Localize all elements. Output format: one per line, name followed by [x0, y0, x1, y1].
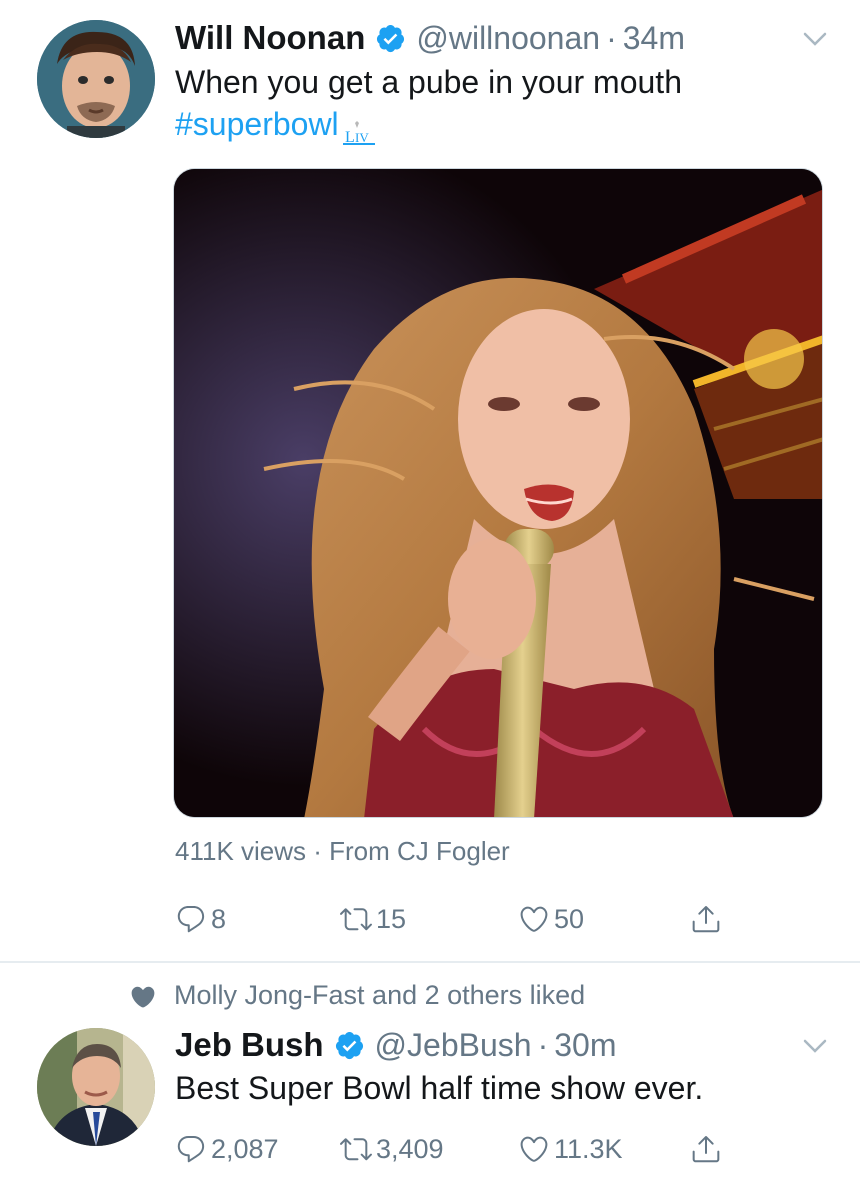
reply-count: 8 [211, 903, 227, 934]
retweet-count: 15 [376, 903, 407, 934]
verified-icon [334, 1030, 365, 1061]
user-handle[interactable]: @willnoonan [416, 20, 600, 57]
tweet-actions: 2,087 3,409 11.3K [175, 1127, 735, 1171]
svg-text:IV: IV [355, 130, 369, 145]
display-name[interactable]: Jeb Bush [175, 1026, 324, 1064]
like-button[interactable]: 50 [518, 897, 584, 941]
timestamp[interactable]: 30m [554, 1027, 616, 1064]
tweet-header: Jeb Bush @JebBush · 30m [175, 1023, 616, 1067]
timestamp[interactable]: 34m [623, 20, 685, 57]
chevron-down-icon[interactable] [800, 24, 830, 54]
reply-icon [177, 1135, 205, 1163]
reply-button[interactable]: 8 [175, 897, 226, 941]
hashtag-text[interactable]: #superbowl [175, 106, 339, 142]
reply-button[interactable]: 2,087 [175, 1127, 279, 1171]
retweet-icon [340, 908, 372, 931]
hashtag-link[interactable]: #superbowl L IV [175, 103, 377, 146]
avatar-jeb-bush[interactable] [37, 1028, 155, 1146]
media-caption[interactable]: 411K views · From CJ Fogler [175, 836, 510, 867]
like-count: 11.3K [554, 1133, 623, 1164]
tweet-text: Best Super Bowl half time show ever. [175, 1070, 704, 1106]
retweet-count: 3,409 [376, 1133, 444, 1164]
tweet-will-noonan[interactable]: Will Noonan @willnoonan · 34m When you g… [0, 0, 860, 962]
like-icon [520, 1136, 548, 1162]
share-icon [692, 906, 720, 933]
display-name[interactable]: Will Noonan [175, 19, 365, 57]
superbowl-liv-hashflag-icon: L IV [341, 114, 377, 146]
separator-dot: · [606, 19, 617, 56]
share-button[interactable] [690, 897, 726, 941]
avatar-will-noonan[interactable] [37, 20, 155, 138]
retweet-icon [340, 1138, 372, 1161]
user-handle[interactable]: @JebBush [375, 1027, 532, 1064]
share-icon [692, 1136, 720, 1163]
video-thumbnail[interactable] [173, 168, 823, 818]
reply-icon [177, 905, 205, 933]
separator-dot: · [537, 1026, 549, 1063]
tweet-text: When you get a pube in your mouth [175, 64, 682, 100]
chevron-down-icon[interactable] [800, 1031, 830, 1061]
performer-image [174, 169, 822, 817]
reply-count: 2,087 [211, 1133, 279, 1164]
like-icon [520, 906, 548, 932]
share-button[interactable] [690, 1127, 726, 1171]
tweet-jeb-bush[interactable]: Jeb Bush @JebBush · 30m Best Super Bowl … [0, 963, 860, 1200]
retweet-button[interactable]: 15 [340, 897, 406, 941]
like-count: 50 [554, 903, 585, 934]
like-button[interactable]: 11.3K [518, 1127, 623, 1171]
tweet-actions: 8 15 50 [175, 897, 735, 941]
tweet-header: Will Noonan @willnoonan · 34m [175, 16, 685, 60]
retweet-button[interactable]: 3,409 [340, 1127, 444, 1171]
verified-icon [375, 23, 406, 54]
